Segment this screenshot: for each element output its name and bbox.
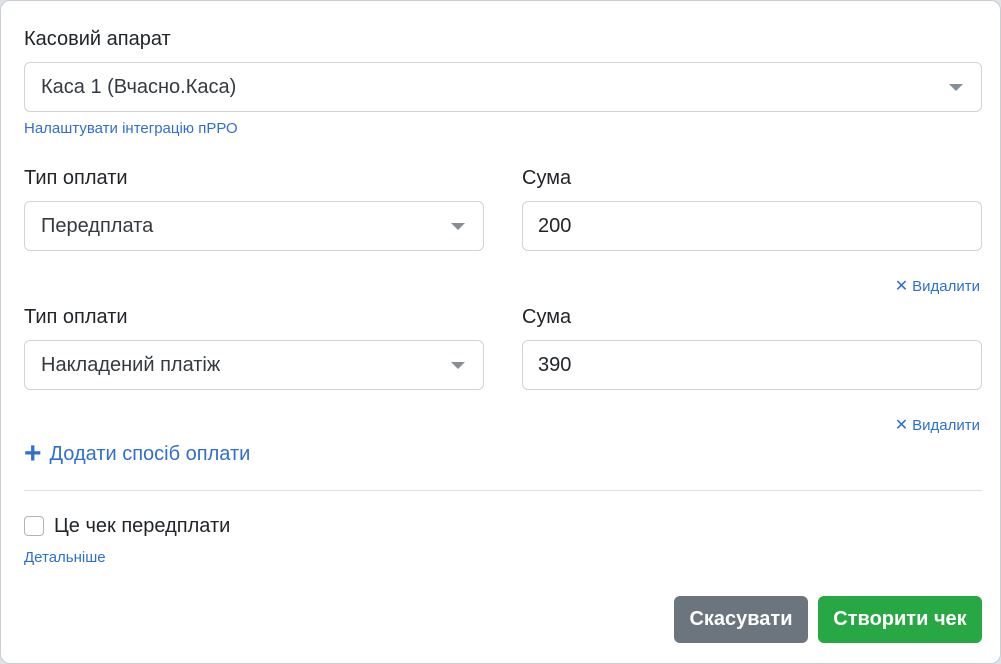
amount-label: Сума xyxy=(522,167,572,189)
add-payment-method-label: Додати спосіб оплати xyxy=(49,443,251,465)
payment-type-value: Накладений платіж xyxy=(41,354,221,376)
payment-type-label: Тип оплати xyxy=(24,306,128,328)
remove-payment-button[interactable]: ✕ Видалити xyxy=(895,278,980,296)
payment-type-select[interactable]: Накладений платіж xyxy=(24,340,484,390)
register-label: Касовий апарат xyxy=(24,28,171,50)
register-select-value: Каса 1 (Вчасно.Каса) xyxy=(41,76,237,98)
setup-prro-link[interactable]: Налаштувати інтеграцію пРРО xyxy=(24,120,238,138)
plus-icon: + xyxy=(24,437,42,470)
prepayment-checkbox[interactable] xyxy=(24,516,44,536)
create-receipt-button[interactable]: Створити чек xyxy=(818,596,982,643)
chevron-down-icon xyxy=(451,362,465,369)
amount-label: Сума xyxy=(522,306,572,328)
close-icon: ✕ xyxy=(894,278,909,295)
chevron-down-icon xyxy=(451,223,465,230)
prepayment-checkbox-label[interactable]: Це чек передплати xyxy=(54,514,230,538)
amount-input[interactable]: 390 xyxy=(522,340,982,390)
remove-payment-button[interactable]: ✕ Видалити xyxy=(895,417,980,435)
cancel-button[interactable]: Скасувати xyxy=(674,596,808,643)
amount-input[interactable]: 200 xyxy=(522,201,982,251)
payment-type-value: Передплата xyxy=(41,215,154,237)
details-link[interactable]: Детальніше xyxy=(24,549,106,567)
add-payment-method-button[interactable]: + Додати спосіб оплати xyxy=(24,437,251,470)
remove-payment-label: Видалити xyxy=(912,417,980,434)
chevron-down-icon xyxy=(949,84,963,91)
create-receipt-dialog: Касовий апарат Каса 1 (Вчасно.Каса) Нала… xyxy=(0,0,1001,664)
close-icon: ✕ xyxy=(894,417,909,434)
payment-type-label: Тип оплати xyxy=(24,167,128,189)
divider xyxy=(24,490,982,491)
remove-payment-label: Видалити xyxy=(912,278,980,295)
payment-type-select[interactable]: Передплата xyxy=(24,201,484,251)
register-select[interactable]: Каса 1 (Вчасно.Каса) xyxy=(24,62,982,112)
